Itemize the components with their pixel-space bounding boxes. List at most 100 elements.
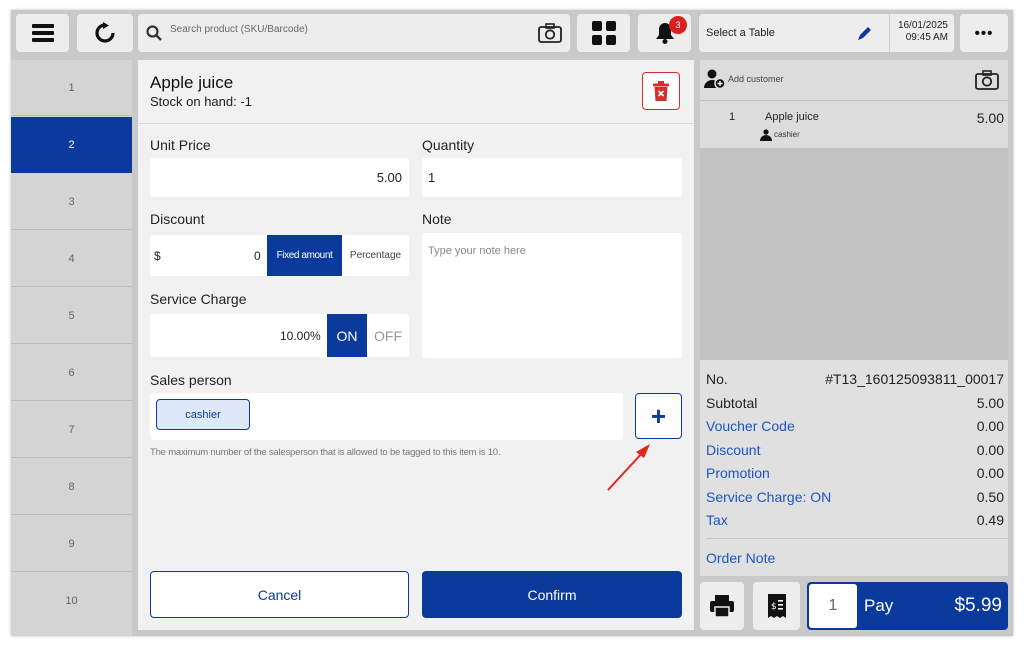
trash-icon xyxy=(653,81,669,101)
line-qty: 1 xyxy=(729,111,736,123)
search-bar[interactable]: Search product (SKU/Barcode) xyxy=(138,14,570,52)
printer-icon xyxy=(710,595,734,617)
table-row-2[interactable]: 2 xyxy=(11,117,132,173)
app-window: Search product (SKU/Barcode) 3 Select a … xyxy=(11,10,1013,636)
datetime: 16/01/2025 09:45 AM xyxy=(889,14,954,52)
grid-icon xyxy=(591,21,616,45)
search-placeholder: Search product (SKU/Barcode) xyxy=(170,24,308,35)
discount-currency: $ xyxy=(154,249,161,263)
pencil-icon[interactable] xyxy=(857,25,873,41)
service-charge-value: 10.00% xyxy=(280,329,321,343)
grid-view-button[interactable] xyxy=(577,14,630,52)
item-edit-dialog: Apple juice Stock on hand: -1 Unit Price… xyxy=(138,60,694,630)
discount-summary-value: 0.00 xyxy=(976,442,1004,458)
pay-total: $5.99 xyxy=(954,595,1002,616)
line-name: Apple juice xyxy=(765,111,819,123)
subtotal-label: Subtotal xyxy=(706,395,758,411)
discount-value: 0 xyxy=(254,249,261,263)
sales-person-tag[interactable]: cashier xyxy=(156,399,250,430)
promotion-value: 0.00 xyxy=(976,465,1004,481)
pay-quantity: 1 xyxy=(809,584,857,628)
receipt-button[interactable]: $ xyxy=(753,582,800,630)
note-placeholder: Type your note here xyxy=(428,245,526,257)
note-textarea[interactable]: Type your note here xyxy=(422,233,682,358)
table-row-7[interactable]: 7 xyxy=(11,402,132,458)
table-row-3[interactable]: 3 xyxy=(11,174,132,230)
order-no-value: #T13_160125093811_00017 xyxy=(825,371,1004,387)
table-row-4[interactable]: 4 xyxy=(11,231,132,287)
quantity-label: Quantity xyxy=(422,137,475,153)
service-charge-label: Service Charge xyxy=(150,291,247,307)
service-charge-link[interactable]: Service Charge: ON xyxy=(706,489,831,505)
notification-badge: 3 xyxy=(669,16,687,34)
service-charge-summary-value: 0.50 xyxy=(976,489,1004,505)
voucher-code-value: 0.00 xyxy=(976,418,1004,434)
pay-label: Pay xyxy=(864,596,894,615)
table-row-1[interactable]: 1 xyxy=(11,60,132,116)
table-row-8[interactable]: 8 xyxy=(11,459,132,515)
table-row-6[interactable]: 6 xyxy=(11,345,132,401)
notifications-button[interactable]: 3 xyxy=(638,14,691,52)
table-row-5[interactable]: 5 xyxy=(11,288,132,344)
time-text: 09:45 AM xyxy=(905,32,948,43)
confirm-button[interactable]: Confirm xyxy=(422,571,682,618)
order-summary: No. #T13_160125093811_00017 Subtotal 5.0… xyxy=(700,360,1008,576)
promotion-link[interactable]: Promotion xyxy=(706,465,770,481)
tax-value: 0.49 xyxy=(976,512,1004,528)
percentage-toggle[interactable]: Percentage xyxy=(342,235,409,276)
line-sales-person: cashier xyxy=(774,130,800,139)
header-divider xyxy=(138,123,694,124)
delete-item-button[interactable] xyxy=(642,72,680,110)
cancel-button[interactable]: Cancel xyxy=(150,571,409,618)
print-button[interactable] xyxy=(700,582,744,630)
menu-button[interactable] xyxy=(16,14,69,52)
arrow-annotation-icon xyxy=(607,444,650,491)
item-name: Apple juice xyxy=(150,73,234,92)
tax-link[interactable]: Tax xyxy=(706,512,728,528)
add-sales-person-button[interactable]: + xyxy=(635,393,682,439)
more-button[interactable]: ••• xyxy=(960,14,1008,52)
sales-person-hint: The maximum number of the salesperson th… xyxy=(150,447,501,458)
service-charge-on-toggle[interactable]: ON xyxy=(327,314,367,357)
hamburger-icon xyxy=(31,24,54,42)
svg-text:$: $ xyxy=(771,602,777,612)
table-selector[interactable]: Select a Table 16/01/2025 09:45 AM xyxy=(699,14,954,52)
sales-person-label: Sales person xyxy=(150,372,232,388)
order-note-link[interactable]: Order Note xyxy=(706,550,775,566)
service-charge-field: 10.00% ON OFF xyxy=(150,314,409,357)
line-price: 5.00 xyxy=(976,110,1004,126)
discount-label: Discount xyxy=(150,211,205,227)
unit-price-field[interactable]: 5.00 xyxy=(150,158,409,197)
camera-icon[interactable] xyxy=(975,70,999,90)
divider xyxy=(706,538,1008,539)
order-line-item[interactable]: 1 Apple juice 5.00 cashier xyxy=(700,101,1008,148)
table-selector-label: Select a Table xyxy=(706,27,775,39)
subtotal-value: 5.00 xyxy=(976,395,1004,411)
order-items-panel: Add customer 1 Apple juice 5.00 cashier xyxy=(700,60,1008,148)
pay-button[interactable]: 1 Pay $5.99 xyxy=(807,582,1008,630)
table-row-9[interactable]: 9 xyxy=(11,516,132,572)
fixed-amount-toggle[interactable]: Fixed amount xyxy=(267,235,342,276)
receipt-icon: $ xyxy=(767,594,786,618)
sales-person-field: cashier xyxy=(150,393,623,440)
order-no-label: No. xyxy=(706,371,728,387)
add-customer-icon[interactable] xyxy=(704,68,726,90)
table-list: 1 2 3 4 5 6 7 8 9 10 xyxy=(11,60,132,636)
unit-price-label: Unit Price xyxy=(150,137,211,153)
service-charge-off-toggle[interactable]: OFF xyxy=(367,314,409,357)
add-customer-label[interactable]: Add customer xyxy=(728,74,784,84)
search-icon xyxy=(146,25,162,41)
voucher-code-link[interactable]: Voucher Code xyxy=(706,418,795,434)
note-label: Note xyxy=(422,211,452,227)
refresh-button[interactable] xyxy=(77,14,133,52)
quantity-value: 1 xyxy=(428,170,436,185)
refresh-icon xyxy=(95,22,115,43)
sales-person-icon xyxy=(760,129,772,141)
quantity-field[interactable]: 1 xyxy=(422,158,682,197)
stock-on-hand: Stock on hand: -1 xyxy=(150,94,252,109)
discount-field[interactable]: $ 0 Fixed amount Percentage xyxy=(150,235,409,276)
order-empty-area xyxy=(700,148,1008,360)
camera-icon[interactable] xyxy=(538,23,562,43)
discount-link[interactable]: Discount xyxy=(706,442,760,458)
table-row-10[interactable]: 10 xyxy=(11,573,132,629)
